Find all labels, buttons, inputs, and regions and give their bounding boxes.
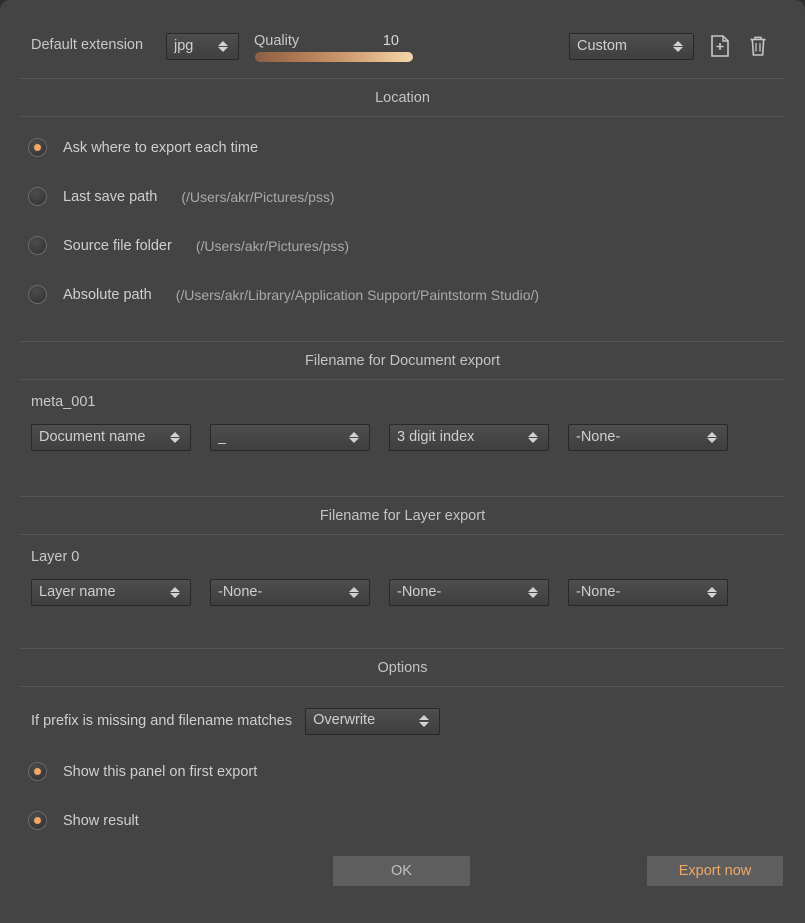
new-document-plus-icon — [711, 35, 729, 57]
location-option-label: Source file folder — [63, 237, 172, 254]
ok-button[interactable]: OK — [333, 856, 470, 886]
option-label: Show this panel on first export — [63, 763, 258, 780]
layer-filename-parts-row: Layer name -None- -None- -None- — [0, 565, 805, 606]
quality-label: Quality — [254, 33, 300, 49]
section-header-options: Options — [20, 648, 785, 687]
updown-arrows-icon — [166, 425, 184, 450]
conflict-policy-dropdown[interactable]: Overwrite — [305, 707, 441, 735]
quality-slider[interactable] — [255, 52, 413, 62]
conflict-policy-label: If prefix is missing and filename matche… — [31, 713, 293, 729]
document-filename-parts-row: Document name _ 3 digit index -None- — [0, 410, 805, 451]
radio-last-save-path[interactable] — [28, 187, 47, 206]
section-header-layer-export: Filename for Layer export — [20, 496, 785, 535]
layer-part-3-value: -None- — [397, 584, 442, 600]
layer-part-4-value: -None- — [576, 584, 621, 600]
new-preset-button[interactable] — [707, 33, 733, 59]
document-part-3-dropdown[interactable]: 3 digit index — [389, 424, 549, 451]
location-option-label: Absolute path — [63, 286, 152, 303]
top-toolbar: Default extension jpg Quality 10 Custom — [0, 0, 805, 78]
location-option-label: Last save path — [63, 188, 158, 205]
updown-arrows-icon — [345, 580, 363, 605]
document-filename-preview: meta_001 — [31, 394, 96, 410]
location-option-ask[interactable]: Ask where to export each time — [0, 123, 805, 172]
quality-value: 10 — [382, 33, 399, 49]
footer-buttons: OK Export now — [0, 845, 805, 903]
layer-part-1-dropdown[interactable]: Layer name — [31, 579, 191, 606]
preset-dropdown[interactable]: Custom — [569, 33, 694, 60]
option-label: Show result — [63, 812, 139, 829]
radio-show-panel-first-export[interactable] — [28, 762, 47, 781]
export-settings-panel: Default extension jpg Quality 10 Custom — [0, 0, 805, 923]
updown-arrows-icon — [415, 709, 433, 734]
document-part-2-dropdown[interactable]: _ — [210, 424, 370, 451]
location-option-absolute-path[interactable]: Absolute path (/Users/akr/Library/Applic… — [0, 270, 805, 319]
location-option-source-file-folder[interactable]: Source file folder (/Users/akr/Pictures/… — [0, 221, 805, 270]
layer-part-4-dropdown[interactable]: -None- — [568, 579, 728, 606]
export-now-button[interactable]: Export now — [647, 856, 783, 886]
updown-arrows-icon — [703, 425, 721, 450]
radio-show-result[interactable] — [28, 811, 47, 830]
delete-preset-button[interactable] — [745, 33, 771, 59]
updown-arrows-icon — [703, 580, 721, 605]
layer-export-block: Layer 0 Layer name -None- -None- -None- — [0, 535, 805, 606]
location-options-group: Ask where to export each time Last save … — [0, 117, 805, 319]
updown-arrows-icon — [524, 425, 542, 450]
preset-value: Custom — [577, 38, 627, 54]
updown-arrows-icon — [669, 34, 687, 59]
document-part-4-value: -None- — [576, 429, 621, 445]
layer-part-1-value: Layer name — [39, 584, 116, 600]
updown-arrows-icon — [524, 580, 542, 605]
layer-filename-preview: Layer 0 — [31, 549, 80, 565]
options-block: If prefix is missing and filename matche… — [0, 687, 805, 845]
conflict-policy-row: If prefix is missing and filename matche… — [0, 695, 805, 747]
default-extension-label: Default extension — [31, 37, 144, 53]
radio-ask-where[interactable] — [28, 138, 47, 157]
document-part-1-dropdown[interactable]: Document name — [31, 424, 191, 451]
location-option-path: (/Users/akr/Pictures/pss) — [195, 237, 350, 254]
section-header-document-export: Filename for Document export — [20, 341, 785, 380]
radio-absolute-path[interactable] — [28, 285, 47, 304]
document-part-2-value: _ — [218, 429, 227, 445]
layer-part-2-dropdown[interactable]: -None- — [210, 579, 370, 606]
updown-arrows-icon — [166, 580, 184, 605]
document-part-3-value: 3 digit index — [397, 429, 475, 445]
option-show-panel-on-first-export[interactable]: Show this panel on first export — [0, 747, 805, 796]
location-option-path: (/Users/akr/Pictures/pss) — [181, 188, 335, 205]
default-extension-dropdown[interactable]: jpg — [166, 33, 239, 60]
section-header-location: Location — [20, 78, 785, 117]
radio-source-file-folder[interactable] — [28, 236, 47, 255]
layer-part-2-value: -None- — [218, 584, 263, 600]
location-option-last-save-path[interactable]: Last save path (/Users/akr/Pictures/pss) — [0, 172, 805, 221]
layer-part-3-dropdown[interactable]: -None- — [389, 579, 549, 606]
location-option-label: Ask where to export each time — [63, 139, 259, 156]
location-option-path: (/Users/akr/Library/Application Support/… — [175, 286, 540, 303]
conflict-policy-value: Overwrite — [313, 713, 376, 729]
trash-icon — [750, 36, 766, 56]
updown-arrows-icon — [214, 34, 232, 59]
document-export-block: meta_001 Document name _ 3 digit index -… — [0, 380, 805, 451]
document-part-4-dropdown[interactable]: -None- — [568, 424, 728, 451]
option-show-result[interactable]: Show result — [0, 796, 805, 845]
document-part-1-value: Document name — [39, 429, 146, 445]
default-extension-value: jpg — [174, 38, 194, 54]
updown-arrows-icon — [345, 425, 363, 450]
